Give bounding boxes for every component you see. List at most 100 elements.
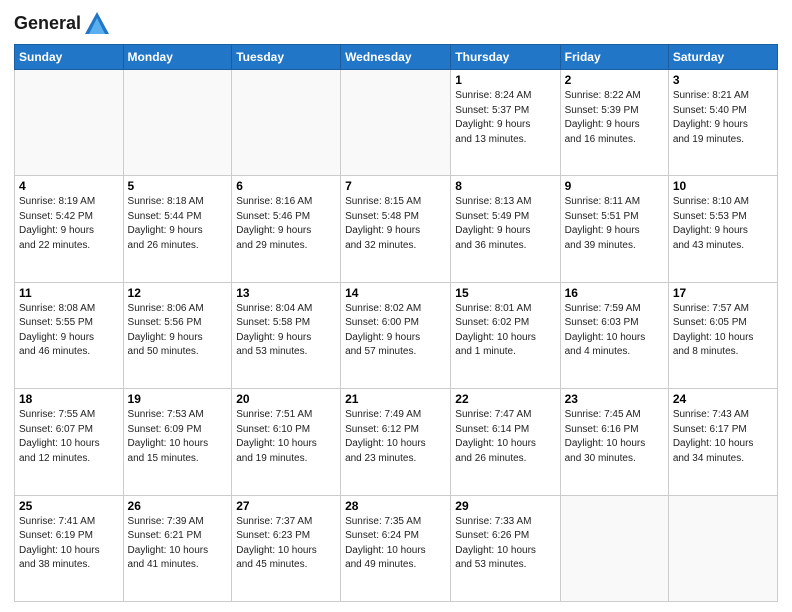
day-number: 17 (673, 286, 773, 300)
calendar-cell: 1 Sunrise: 8:24 AMSunset: 5:37 PMDaylight… (451, 70, 560, 176)
calendar-cell: 21Sunrise: 7:49 AMSunset: 6:12 PMDayligh… (341, 389, 451, 495)
calendar-cell: 22Sunrise: 7:47 AMSunset: 6:14 PMDayligh… (451, 389, 560, 495)
calendar-cell: 19 Sunrise: 7:53 AMSunset: 6:09 PMDayligh… (123, 389, 232, 495)
calendar-cell (341, 70, 451, 176)
day-info: Sunrise: 7:57 AMSunset: 6:05 PMDaylight:… (673, 302, 773, 360)
calendar-cell: 15 Sunrise: 8:01 AMSunset: 6:02 PMDayligh… (451, 282, 560, 388)
calendar-cell: 3 Sunrise: 8:21 AMSunset: 5:40 PMDaylight… (668, 70, 777, 176)
day-info: Sunrise: 8:08 AMSunset: 5:55 PMDaylight:… (19, 302, 119, 360)
calendar-cell: 17 Sunrise: 7:57 AMSunset: 6:05 PMDayligh… (668, 282, 777, 388)
calendar-header-row: SundayMondayTuesdayWednesdayThursdayFrid… (15, 45, 778, 70)
day-number: 28 (345, 499, 446, 513)
day-number: 19 (128, 392, 228, 406)
calendar-cell: 25 Sunrise: 7:41 AMSunset: 6:19 PMDayligh… (15, 495, 124, 601)
day-number: 14 (345, 286, 446, 300)
calendar-cell: 8Sunrise: 8:13 AMSunset: 5:49 PMDaylight… (451, 176, 560, 282)
day-info: Sunrise: 8:04 AMSunset: 5:58 PMDaylight:… (236, 302, 336, 360)
logo: General (14, 10, 111, 38)
day-info: Sunrise: 7:39 AMSunset: 6:21 PMDaylight:… (128, 515, 228, 573)
day-number: 13 (236, 286, 336, 300)
day-info: Sunrise: 8:01 AMSunset: 6:02 PMDaylight:… (455, 302, 555, 360)
day-info: Sunrise: 7:43 AMSunset: 6:17 PMDaylight:… (673, 408, 773, 466)
day-info: Sunrise: 8:10 AMSunset: 5:53 PMDaylight:… (673, 195, 773, 253)
calendar-cell (232, 70, 341, 176)
day-info: Sunrise: 7:35 AMSunset: 6:24 PMDaylight:… (345, 515, 446, 573)
calendar-cell: 7Sunrise: 8:15 AMSunset: 5:48 PMDaylight… (341, 176, 451, 282)
day-number: 25 (19, 499, 119, 513)
calendar-cell: 11 Sunrise: 8:08 AMSunset: 5:55 PMDayligh… (15, 282, 124, 388)
day-info: Sunrise: 8:13 AMSunset: 5:49 PMDaylight:… (455, 195, 555, 253)
day-info: Sunrise: 7:51 AMSunset: 6:10 PMDaylight:… (236, 408, 336, 466)
calendar-header-wednesday: Wednesday (341, 45, 451, 70)
calendar-cell: 9 Sunrise: 8:11 AMSunset: 5:51 PMDaylight… (560, 176, 668, 282)
day-number: 29 (455, 499, 555, 513)
calendar-week-row-0: 1 Sunrise: 8:24 AMSunset: 5:37 PMDaylight… (15, 70, 778, 176)
calendar-cell: 4 Sunrise: 8:19 AMSunset: 5:42 PMDaylight… (15, 176, 124, 282)
day-number: 20 (236, 392, 336, 406)
day-number: 3 (673, 73, 773, 87)
day-number: 26 (128, 499, 228, 513)
day-number: 11 (19, 286, 119, 300)
day-number: 23 (565, 392, 664, 406)
logo-icon (83, 10, 111, 38)
header: General (14, 10, 778, 38)
calendar-header-sunday: Sunday (15, 45, 124, 70)
day-info: Sunrise: 7:41 AMSunset: 6:19 PMDaylight:… (19, 515, 119, 573)
day-info: Sunrise: 8:22 AMSunset: 5:39 PMDaylight:… (565, 89, 664, 147)
calendar-cell (560, 495, 668, 601)
calendar-week-row-2: 11 Sunrise: 8:08 AMSunset: 5:55 PMDayligh… (15, 282, 778, 388)
calendar-cell: 29 Sunrise: 7:33 AMSunset: 6:26 PMDayligh… (451, 495, 560, 601)
day-number: 21 (345, 392, 446, 406)
calendar-cell: 2 Sunrise: 8:22 AMSunset: 5:39 PMDaylight… (560, 70, 668, 176)
day-info: Sunrise: 8:16 AMSunset: 5:46 PMDaylight:… (236, 195, 336, 253)
day-number: 6 (236, 179, 336, 193)
calendar-cell: 12Sunrise: 8:06 AMSunset: 5:56 PMDayligh… (123, 282, 232, 388)
day-info: Sunrise: 7:45 AMSunset: 6:16 PMDaylight:… (565, 408, 664, 466)
calendar-week-row-1: 4 Sunrise: 8:19 AMSunset: 5:42 PMDaylight… (15, 176, 778, 282)
day-number: 24 (673, 392, 773, 406)
calendar-cell: 6 Sunrise: 8:16 AMSunset: 5:46 PMDaylight… (232, 176, 341, 282)
calendar-cell: 10Sunrise: 8:10 AMSunset: 5:53 PMDayligh… (668, 176, 777, 282)
calendar-cell (123, 70, 232, 176)
day-info: Sunrise: 8:24 AMSunset: 5:37 PMDaylight:… (455, 89, 555, 147)
day-number: 15 (455, 286, 555, 300)
day-info: Sunrise: 8:19 AMSunset: 5:42 PMDaylight:… (19, 195, 119, 253)
day-number: 9 (565, 179, 664, 193)
day-info: Sunrise: 8:21 AMSunset: 5:40 PMDaylight:… (673, 89, 773, 147)
day-info: Sunrise: 8:02 AMSunset: 6:00 PMDaylight:… (345, 302, 446, 360)
calendar-header-friday: Friday (560, 45, 668, 70)
calendar-week-row-4: 25 Sunrise: 7:41 AMSunset: 6:19 PMDayligh… (15, 495, 778, 601)
calendar-cell (668, 495, 777, 601)
day-number: 12 (128, 286, 228, 300)
day-number: 2 (565, 73, 664, 87)
calendar-cell: 26 Sunrise: 7:39 AMSunset: 6:21 PMDayligh… (123, 495, 232, 601)
calendar-cell: 23 Sunrise: 7:45 AMSunset: 6:16 PMDayligh… (560, 389, 668, 495)
day-info: Sunrise: 8:15 AMSunset: 5:48 PMDaylight:… (345, 195, 446, 253)
calendar-cell: 14 Sunrise: 8:02 AMSunset: 6:00 PMDayligh… (341, 282, 451, 388)
day-info: Sunrise: 7:55 AMSunset: 6:07 PMDaylight:… (19, 408, 119, 466)
day-number: 27 (236, 499, 336, 513)
day-info: Sunrise: 7:53 AMSunset: 6:09 PMDaylight:… (128, 408, 228, 466)
calendar-cell: 18 Sunrise: 7:55 AMSunset: 6:07 PMDayligh… (15, 389, 124, 495)
calendar-cell (15, 70, 124, 176)
day-info: Sunrise: 7:37 AMSunset: 6:23 PMDaylight:… (236, 515, 336, 573)
calendar-cell: 24 Sunrise: 7:43 AMSunset: 6:17 PMDayligh… (668, 389, 777, 495)
day-info: Sunrise: 7:33 AMSunset: 6:26 PMDaylight:… (455, 515, 555, 573)
logo-text: General (14, 10, 111, 38)
calendar-header-tuesday: Tuesday (232, 45, 341, 70)
day-number: 4 (19, 179, 119, 193)
day-info: Sunrise: 8:11 AMSunset: 5:51 PMDaylight:… (565, 195, 664, 253)
day-number: 1 (455, 73, 555, 87)
day-number: 5 (128, 179, 228, 193)
day-info: Sunrise: 7:47 AMSunset: 6:14 PMDaylight:… (455, 408, 555, 466)
calendar-header-monday: Monday (123, 45, 232, 70)
calendar-header-thursday: Thursday (451, 45, 560, 70)
page: General SundayMondayTuesdayWednesdayThur… (0, 0, 792, 612)
calendar-cell: 5Sunrise: 8:18 AMSunset: 5:44 PMDaylight… (123, 176, 232, 282)
calendar-cell: 13 Sunrise: 8:04 AMSunset: 5:58 PMDayligh… (232, 282, 341, 388)
calendar-cell: 16Sunrise: 7:59 AMSunset: 6:03 PMDayligh… (560, 282, 668, 388)
calendar-header-saturday: Saturday (668, 45, 777, 70)
day-number: 18 (19, 392, 119, 406)
calendar-cell: 20 Sunrise: 7:51 AMSunset: 6:10 PMDayligh… (232, 389, 341, 495)
calendar-table: SundayMondayTuesdayWednesdayThursdayFrid… (14, 44, 778, 602)
